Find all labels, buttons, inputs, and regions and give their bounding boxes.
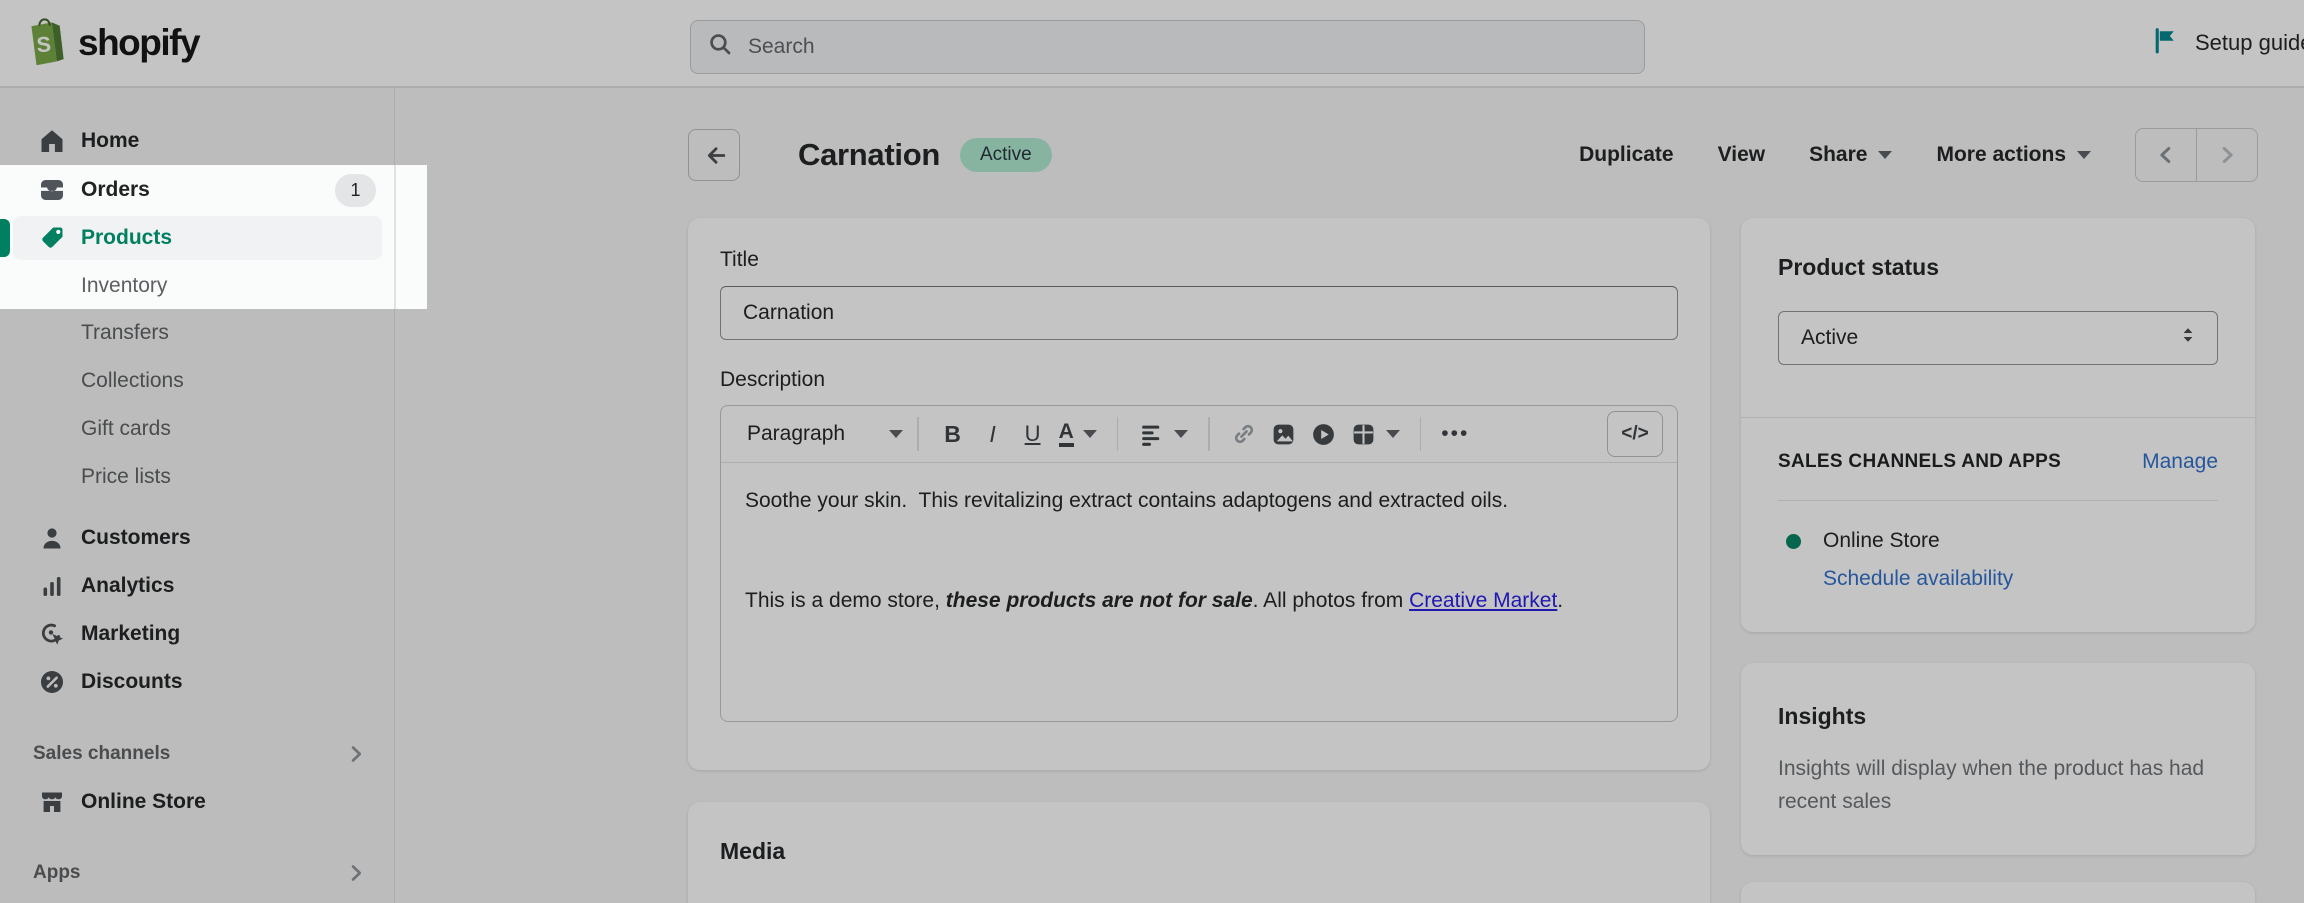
tag-icon	[36, 222, 68, 254]
shopify-admin-page: S shopify Setup guide	[0, 0, 2304, 903]
sidebar-item-orders[interactable]: Orders 1	[0, 166, 427, 214]
sidebar-item-label: Orders	[81, 178, 150, 202]
sidebar-item-inventory[interactable]: Inventory	[0, 262, 427, 310]
dim-overlay	[0, 0, 2304, 903]
sidebar-item-products-active[interactable]: Products	[0, 214, 427, 262]
sidebar-item-label: Products	[81, 226, 172, 250]
sidebar-item-label: Inventory	[81, 274, 167, 298]
orders-count-badge: 1	[335, 174, 376, 207]
sidebar-spotlight-highlight: Orders 1 Products Inventory	[0, 165, 427, 309]
orders-icon	[36, 174, 68, 206]
